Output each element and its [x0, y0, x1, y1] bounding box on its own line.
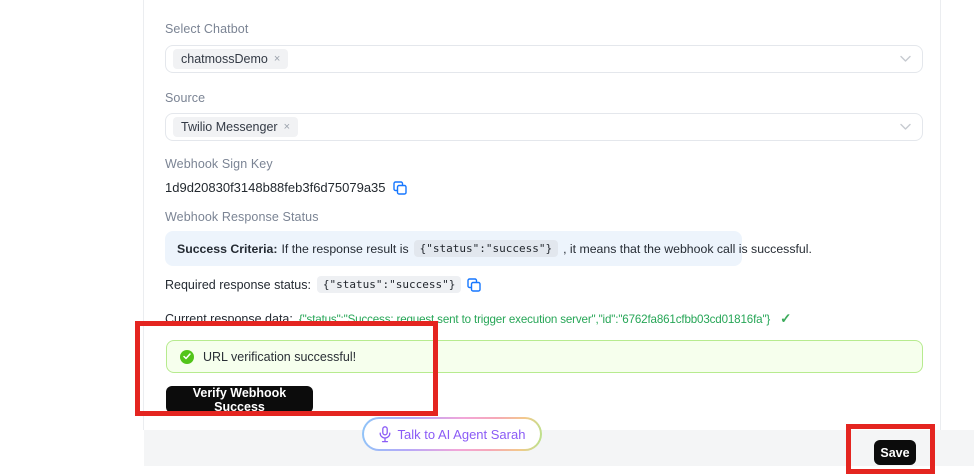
source-tag[interactable]: Twilio Messenger ×: [173, 117, 298, 137]
sign-key-row: 1d9d20830f3148b88feb3f6d75079a35: [165, 180, 407, 195]
chatbot-tag[interactable]: chatmossDemo ×: [173, 49, 288, 69]
talk-agent-button-border: Talk to AI Agent Sarah: [362, 417, 542, 451]
url-verification-alert: URL verification successful!: [166, 340, 923, 373]
card-right-border: [940, 0, 941, 430]
footer-band: [144, 430, 974, 466]
criteria-text-1: If the response result is: [281, 242, 408, 256]
required-status-code-chip: {"status":"success"}: [317, 276, 461, 293]
criteria-code-chip: {"status":"success"}: [414, 240, 558, 257]
microphone-icon: [379, 426, 391, 443]
current-response-row: Current response data: {"status":"Succes…: [165, 311, 791, 327]
card-left-border: [143, 0, 144, 430]
sign-key-value: 1d9d20830f3148b88feb3f6d75079a35: [165, 180, 386, 195]
response-status-label: Webhook Response Status: [165, 210, 319, 224]
talk-agent-button-label: Talk to AI Agent Sarah: [398, 427, 526, 442]
required-status-row: Required response status: {"status":"suc…: [165, 276, 481, 293]
verify-webhook-button[interactable]: Verify Webhook Success: [166, 386, 313, 413]
criteria-bold-text: Success Criteria:: [177, 242, 277, 256]
chatbot-label: Select Chatbot: [165, 22, 248, 36]
current-response-value: {"status":"Success: request sent to trig…: [299, 313, 770, 326]
webhook-settings-page: { "colors": { "accent_blue": "#1677ff", …: [0, 0, 974, 466]
copy-icon[interactable]: [393, 181, 407, 195]
alert-message: URL verification successful!: [203, 350, 356, 364]
chatbot-select[interactable]: chatmossDemo ×: [165, 45, 923, 73]
copy-icon[interactable]: [467, 278, 481, 292]
chevron-down-icon: [900, 124, 911, 131]
chatbot-tag-label: chatmossDemo: [181, 51, 268, 67]
check-circle-icon: [180, 350, 194, 364]
talk-agent-button[interactable]: Talk to AI Agent Sarah: [364, 419, 540, 449]
save-button[interactable]: Save: [874, 440, 916, 465]
source-tag-remove-icon[interactable]: ×: [284, 120, 290, 134]
current-response-label: Current response data:: [165, 312, 293, 326]
success-check-icon: ✓: [780, 311, 791, 327]
chatbot-tag-remove-icon[interactable]: ×: [274, 52, 280, 66]
criteria-text-2: , it means that the webhook call is succ…: [563, 242, 812, 256]
required-status-label: Required response status:: [165, 278, 311, 292]
chevron-down-icon: [900, 56, 911, 63]
sign-key-label: Webhook Sign Key: [165, 157, 273, 171]
source-select[interactable]: Twilio Messenger ×: [165, 113, 923, 141]
source-label: Source: [165, 91, 205, 105]
source-tag-label: Twilio Messenger: [181, 119, 278, 135]
success-criteria-infobox: Success Criteria: If the response result…: [165, 231, 742, 266]
